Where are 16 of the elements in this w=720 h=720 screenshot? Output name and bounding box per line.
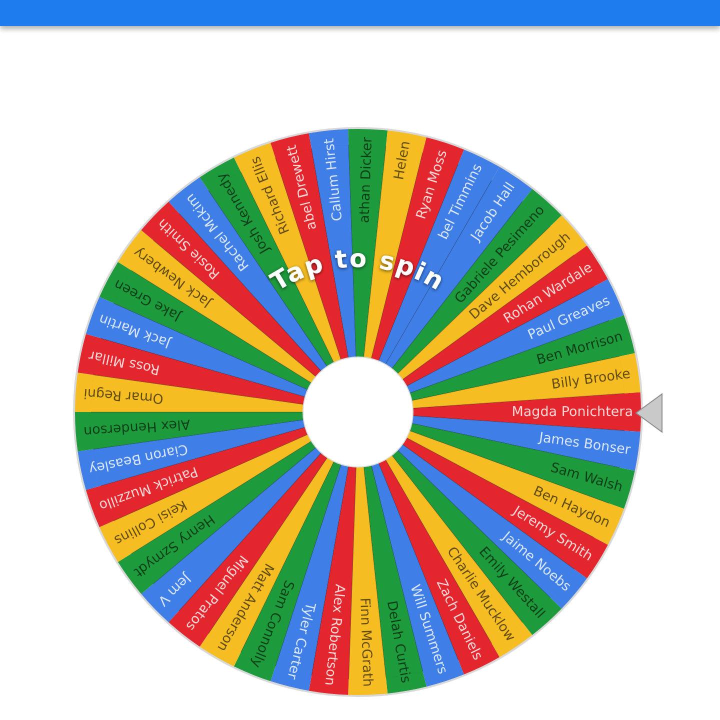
name-label: athan Dicker [356, 136, 376, 224]
wheel-hub[interactable] [302, 356, 414, 468]
name-label: Magda Ponichtera [512, 404, 633, 420]
name-label: Omar Regni [83, 384, 164, 406]
name-label: James Bonser [538, 430, 632, 458]
name-label: Callum Hirst [321, 138, 346, 222]
name-label: Finn McGrath [356, 597, 376, 688]
pointer-icon [635, 393, 662, 433]
name-label: Billy Brooke [550, 366, 632, 393]
wheel-drawing[interactable] [75, 129, 641, 695]
name-label: Alex Robertson [321, 583, 348, 686]
name-label: Delah Curtis [383, 600, 414, 684]
name-label: Helen [391, 140, 414, 182]
name-label: Alex Henderson [83, 416, 191, 440]
name-label: Ross Millar [87, 347, 162, 378]
name-label: Tyler Carter [284, 600, 318, 681]
